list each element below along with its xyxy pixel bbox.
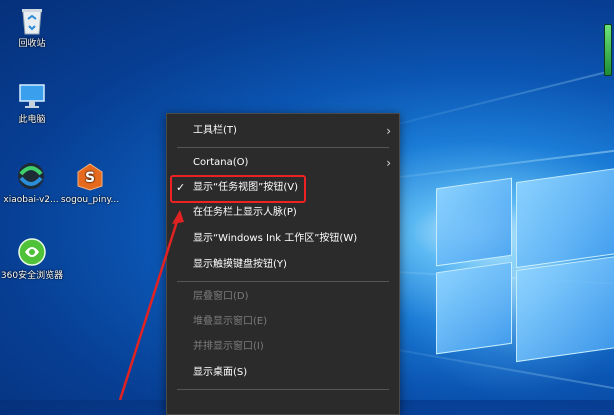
- menu-item-label: 并排显示窗口(I): [193, 341, 264, 352]
- menu-item-touch-keyboard[interactable]: 显示触摸键盘按钮(Y): [167, 254, 399, 276]
- desktop-icon-label: 回收站: [18, 39, 46, 49]
- menu-item-show-people[interactable]: 在任务栏上显示人脉(P): [167, 202, 399, 224]
- desktop-icon-sogou[interactable]: S sogou_piny...: [58, 160, 122, 206]
- chevron-right-icon: ›: [386, 124, 391, 138]
- menu-item-cortana[interactable]: Cortana(O) ›: [167, 152, 399, 174]
- svg-text:S: S: [85, 170, 95, 186]
- desktop-icon-label: 此电脑: [18, 115, 46, 125]
- desktop-icon-label: sogou_piny...: [60, 195, 120, 205]
- desktop-icon-xiaobai[interactable]: xiaobai-v2...: [0, 160, 63, 206]
- menu-item-side-by-side: 并排显示窗口(I): [167, 336, 399, 358]
- menu-separator: [177, 147, 389, 148]
- desktop-icon-recycle-bin[interactable]: 回收站: [0, 4, 64, 50]
- menu-item-label: 堆叠显示窗口(E): [193, 316, 268, 327]
- taskbar-context-menu: 工具栏(T) › Cortana(O) › ✓ 显示“任务视图”按钮(V) 在任…: [166, 113, 400, 415]
- desktop-icon-label: xiaobai-v2...: [3, 195, 59, 205]
- menu-item-stack-windows: 堆叠显示窗口(E): [167, 311, 399, 333]
- desktop-gadget-bar: [604, 24, 612, 76]
- chevron-right-icon: ›: [386, 156, 391, 170]
- sogou-icon: S: [77, 163, 103, 191]
- menu-item-label: Cortana(O): [193, 157, 249, 168]
- menu-item-show-desktop[interactable]: 显示桌面(S): [167, 362, 399, 384]
- menu-item-toolbars[interactable]: 工具栏(T) ›: [167, 120, 399, 142]
- desktop-icon-360-browser[interactable]: 360安全浏览器: [0, 236, 64, 282]
- menu-separator: [177, 389, 389, 390]
- menu-item-label: 层叠窗口(D): [193, 291, 249, 302]
- xiaobai-icon: [18, 163, 44, 189]
- menu-item-label: 显示桌面(S): [193, 367, 248, 378]
- windows-logo-graphic: [420, 167, 614, 400]
- recycle-bin-icon: [22, 9, 42, 35]
- menu-item-label: 在任务栏上显示人脉(P): [193, 207, 297, 218]
- desktop-icon-this-pc[interactable]: 此电脑: [0, 80, 64, 126]
- menu-item-cascade-windows: 层叠窗口(D): [167, 286, 399, 308]
- desktop-icon-label: 360安全浏览器: [0, 271, 64, 281]
- computer-icon: [19, 84, 45, 108]
- menu-separator: [177, 281, 389, 282]
- menu-item-windows-ink[interactable]: 显示“Windows Ink 工作区”按钮(W): [167, 228, 399, 250]
- menu-item-label: 工具栏(T): [193, 125, 237, 136]
- highlight-box: [170, 175, 306, 203]
- 360-browser-icon: [18, 238, 46, 266]
- menu-item-label: 显示“Windows Ink 工作区”按钮(W): [193, 233, 358, 244]
- menu-item-label: 显示触摸键盘按钮(Y): [193, 259, 287, 270]
